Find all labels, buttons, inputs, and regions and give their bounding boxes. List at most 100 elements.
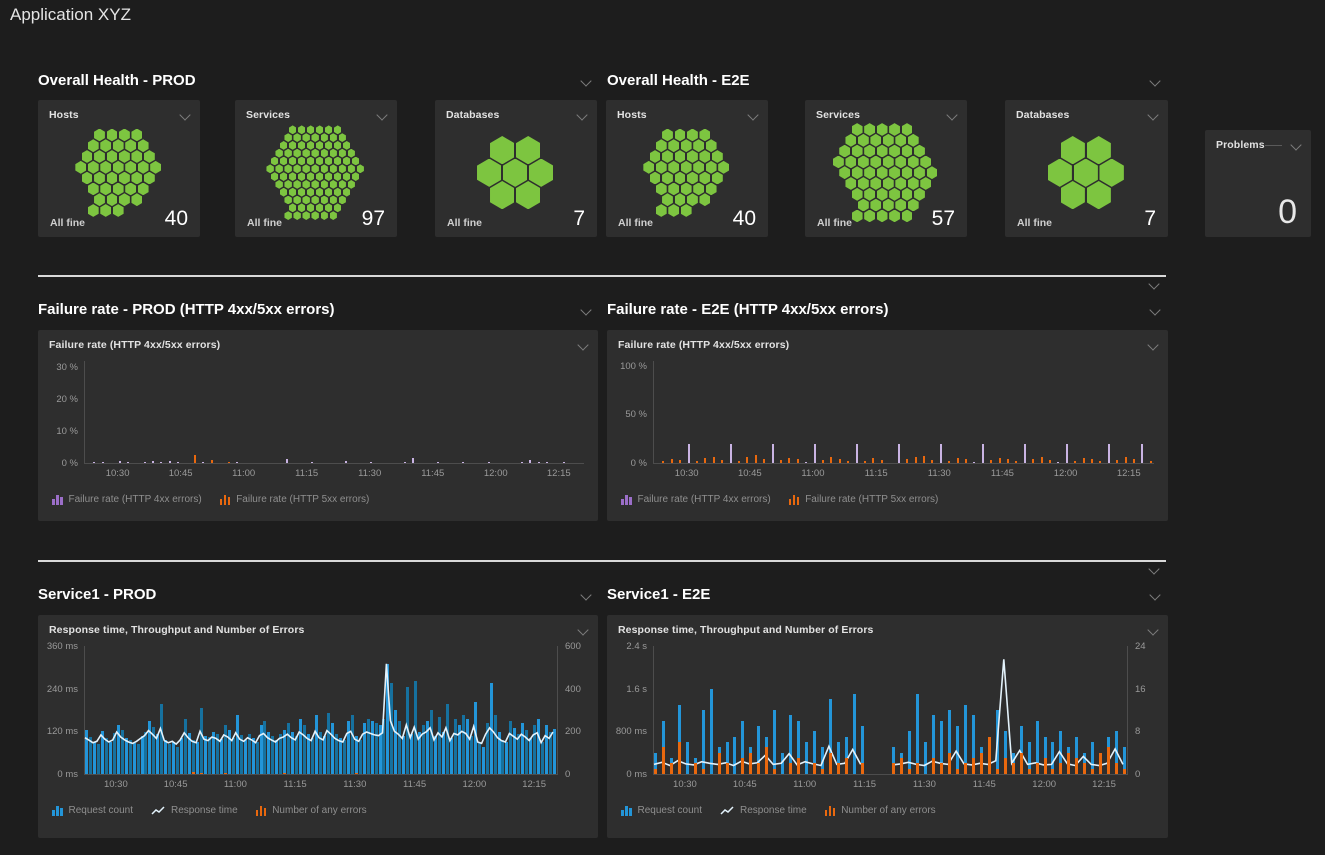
- hexagon-cell[interactable]: [706, 161, 717, 174]
- hexagon-cell[interactable]: [100, 161, 111, 174]
- chevron-down-icon[interactable]: [1147, 339, 1158, 350]
- hexagon-cell[interactable]: [131, 129, 142, 142]
- hexagon-cell[interactable]: [477, 159, 501, 187]
- hexagon-cell[interactable]: [289, 172, 296, 181]
- hexagon-cell[interactable]: [895, 177, 906, 190]
- hexagon-cell[interactable]: [656, 161, 667, 174]
- hexagon-cell[interactable]: [699, 193, 710, 206]
- hexagon-cell[interactable]: [687, 150, 698, 163]
- plot-area[interactable]: [84, 361, 584, 464]
- hexagon-cell[interactable]: [668, 161, 679, 174]
- hexagon-cell[interactable]: [339, 180, 346, 189]
- hexagon-cell[interactable]: [144, 150, 155, 163]
- hexagon-cell[interactable]: [325, 125, 332, 134]
- problems-tile[interactable]: Problems 0: [1205, 130, 1311, 237]
- hexagon-cell[interactable]: [280, 141, 287, 150]
- hexagon-cell[interactable]: [902, 123, 913, 136]
- legend-item[interactable]: Request count: [52, 805, 133, 816]
- hexagon-cell[interactable]: [307, 141, 314, 150]
- health-tile-databases-prod[interactable]: Databases All fine7: [435, 100, 597, 237]
- hexagon-cell[interactable]: [138, 139, 149, 152]
- hexagon-cell[interactable]: [712, 172, 723, 185]
- hexagon-cell[interactable]: [681, 183, 692, 196]
- hexagon-cell[interactable]: [88, 183, 99, 196]
- hexagon-cell[interactable]: [675, 129, 686, 142]
- hexagon-cell[interactable]: [321, 196, 328, 205]
- hexagon-cell[interactable]: [330, 196, 337, 205]
- hexagon-cell[interactable]: [920, 177, 931, 190]
- chevron-down-icon[interactable]: [1149, 589, 1160, 600]
- hexagon-cell[interactable]: [289, 141, 296, 150]
- hexagon-cell[interactable]: [298, 125, 305, 134]
- hexagon-cell[interactable]: [307, 157, 314, 166]
- chevron-down-icon[interactable]: [1149, 304, 1160, 315]
- hexagon-cell[interactable]: [699, 150, 710, 163]
- health-tile-hosts-prod[interactable]: Hosts All fine40: [38, 100, 200, 237]
- hexagon-cell[interactable]: [343, 157, 350, 166]
- hexagon-cell[interactable]: [712, 150, 723, 163]
- hexagon-cell[interactable]: [348, 180, 355, 189]
- hexagon-cell[interactable]: [877, 188, 888, 201]
- legend-item[interactable]: Number of any errors: [256, 805, 367, 816]
- hexagon-cell[interactable]: [302, 133, 309, 142]
- hexagon-cell[interactable]: [675, 193, 686, 206]
- hexagon-cell[interactable]: [334, 188, 341, 197]
- hexagon-cell[interactable]: [662, 172, 673, 185]
- hexagon-cell[interactable]: [289, 125, 296, 134]
- hexagon-cell[interactable]: [889, 123, 900, 136]
- hexagon-cell[interactable]: [325, 188, 332, 197]
- chart-tile-service-prod[interactable]: Response time, Throughput and Number of …: [38, 615, 598, 838]
- hexagon-cell[interactable]: [325, 157, 332, 166]
- hexagon-cell[interactable]: [845, 134, 856, 147]
- hexagon-cell[interactable]: [325, 172, 332, 181]
- hexagon-cell[interactable]: [316, 157, 323, 166]
- hexagon-cell[interactable]: [113, 161, 124, 174]
- plot-area[interactable]: [653, 646, 1128, 775]
- hexagon-cell[interactable]: [681, 161, 692, 174]
- hexagon-cell[interactable]: [334, 157, 341, 166]
- hexagon-cell[interactable]: [94, 172, 105, 185]
- hexagon-cell[interactable]: [908, 156, 919, 169]
- hexagon-cell[interactable]: [877, 123, 888, 136]
- hexagon-cell[interactable]: [316, 172, 323, 181]
- chevron-down-icon[interactable]: [1148, 563, 1159, 574]
- hexagon-cell[interactable]: [662, 150, 673, 163]
- hexagon-cell[interactable]: [1061, 181, 1085, 209]
- hexagon-cell[interactable]: [1048, 159, 1072, 187]
- hexagon-cell[interactable]: [302, 164, 309, 173]
- chevron-down-icon[interactable]: [577, 624, 588, 635]
- chevron-down-icon[interactable]: [580, 304, 591, 315]
- hexagon-cell[interactable]: [883, 156, 894, 169]
- hexagon-cell[interactable]: [125, 139, 136, 152]
- hexagon-cell[interactable]: [895, 134, 906, 147]
- hexagon-cell[interactable]: [687, 193, 698, 206]
- hexagon-cell[interactable]: [293, 149, 300, 158]
- health-tile-databases-e2e[interactable]: Databases All fine7: [1005, 100, 1168, 237]
- hexagon-cell[interactable]: [94, 150, 105, 163]
- hexagon-cell[interactable]: [662, 129, 673, 142]
- hexagon-cell[interactable]: [490, 136, 514, 164]
- hexagon-cell[interactable]: [908, 177, 919, 190]
- hexagon-cell[interactable]: [131, 150, 142, 163]
- hexagon-cell[interactable]: [343, 141, 350, 150]
- hexagon-cell[interactable]: [321, 149, 328, 158]
- hexagon-cell[interactable]: [316, 125, 323, 134]
- hexagon-cell[interactable]: [503, 159, 527, 187]
- hexagon-cell[interactable]: [1074, 159, 1098, 187]
- hexagon-cell[interactable]: [275, 149, 282, 158]
- plot-area[interactable]: [84, 646, 558, 775]
- hexagon-cell[interactable]: [889, 145, 900, 158]
- hexagon-cell[interactable]: [144, 172, 155, 185]
- hexagon-cell[interactable]: [321, 164, 328, 173]
- hexagon-cell[interactable]: [889, 188, 900, 201]
- hexagon-cell[interactable]: [914, 145, 925, 158]
- chart-tile-service-e2e[interactable]: Response time, Throughput and Number of …: [607, 615, 1168, 838]
- hexagon-cell[interactable]: [125, 161, 136, 174]
- health-tile-services-prod[interactable]: Services All fine97: [235, 100, 397, 237]
- hexagon-cell[interactable]: [311, 196, 318, 205]
- chart-tile-failure-e2e[interactable]: Failure rate (HTTP 4xx/5xx errors) 0 %50…: [607, 330, 1168, 521]
- hexagon-cell[interactable]: [699, 129, 710, 142]
- hexagon-cell[interactable]: [870, 177, 881, 190]
- hexagon-cell[interactable]: [330, 149, 337, 158]
- chevron-down-icon[interactable]: [1290, 139, 1301, 150]
